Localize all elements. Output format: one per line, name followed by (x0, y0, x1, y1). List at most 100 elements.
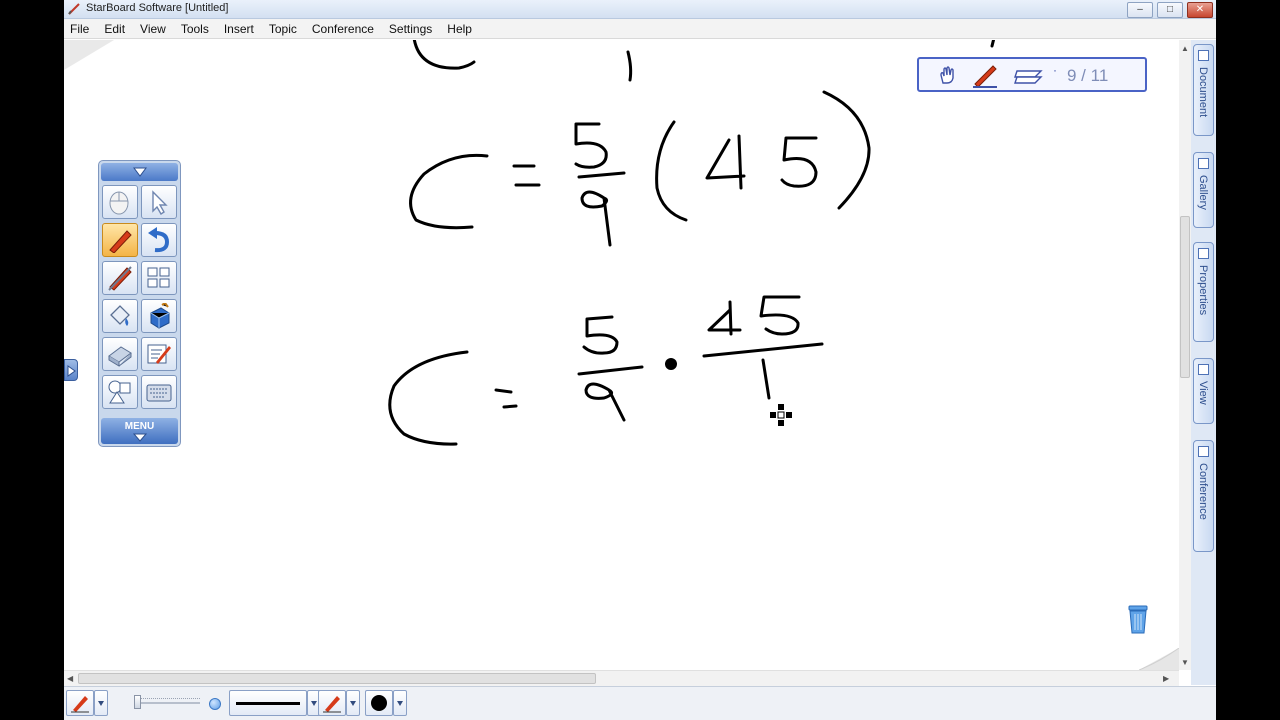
pen-tool[interactable] (102, 223, 138, 257)
bottom-toolbar (64, 686, 1216, 720)
line-width-preview (236, 702, 300, 705)
ink-c (409, 153, 489, 230)
handwriting-layer (64, 40, 996, 446)
menu-conference[interactable]: Conference (312, 22, 374, 36)
pointer-arrow-icon (152, 190, 168, 215)
horizontal-scroll-thumb[interactable] (78, 673, 596, 684)
mouse-icon (109, 191, 129, 215)
line-width-select[interactable] (229, 690, 307, 716)
color-select-button[interactable] (365, 690, 393, 716)
tab-properties-label: Properties (1197, 265, 1209, 316)
opacity-indicator-icon (209, 698, 221, 710)
undo-icon (148, 227, 170, 253)
scroll-up-icon[interactable]: ▲ (1181, 44, 1189, 53)
side-tab-strip: Document Gallery Properties View Confere… (1191, 40, 1216, 685)
eraser-icon (108, 346, 132, 367)
triangle-right-icon (67, 365, 76, 377)
page-counter: 9 / 11 (1067, 66, 1109, 85)
close-button[interactable]: ✕ (1187, 2, 1213, 18)
shapes-icon (108, 380, 131, 404)
edit-tool[interactable] (141, 337, 177, 371)
undo-tool[interactable] (141, 223, 177, 257)
gallery-icon (1198, 158, 1209, 169)
menu-edit[interactable]: Edit (104, 22, 125, 36)
tab-gallery[interactable]: Gallery (1193, 152, 1214, 228)
view-icon (1198, 364, 1209, 375)
grid-icon (147, 267, 170, 288)
opacity-slider-ticks (134, 694, 200, 699)
cube-icon (150, 303, 170, 329)
tab-view-label: View (1197, 381, 1209, 405)
menu-insert[interactable]: Insert (224, 22, 254, 36)
tab-conference-label: Conference (1197, 463, 1209, 520)
horizontal-scrollbar[interactable]: ◀ ▶ (64, 670, 1179, 686)
opacity-slider-track[interactable] (134, 702, 200, 704)
pen-icon[interactable] (971, 62, 999, 88)
toolbar-menu-button[interactable]: MENU (101, 418, 178, 444)
menu-bar: File Edit View Tools Insert Topic Confer… (64, 19, 1216, 39)
conference-icon (1198, 446, 1209, 457)
menu-label: MENU (124, 421, 155, 432)
layers-icon[interactable] (1013, 65, 1045, 87)
menu-topic[interactable]: Topic (269, 22, 297, 36)
scroll-right-icon[interactable]: ▶ (1163, 674, 1169, 683)
pen-style-button[interactable] (318, 690, 346, 716)
ink-c-2 (388, 350, 469, 446)
properties-icon (1198, 248, 1209, 259)
pen-icon (71, 696, 89, 713)
fill-tool[interactable] (102, 299, 138, 333)
starboard-window: StarBoard Software [Untitled] – □ ✕ File… (64, 0, 1216, 720)
scroll-left-icon[interactable]: ◀ (67, 674, 73, 683)
menu-file[interactable]: File (70, 22, 89, 36)
triangle-down-icon (133, 167, 147, 177)
page-navigator: · 9 / 11 (917, 57, 1147, 92)
select-tool[interactable] (141, 185, 177, 219)
menu-view[interactable]: View (140, 22, 166, 36)
tab-document[interactable]: Document (1193, 44, 1214, 136)
tab-properties[interactable]: Properties (1193, 242, 1214, 342)
edit-icon (147, 344, 171, 364)
pen-icon (323, 696, 341, 713)
color-swatch (371, 695, 387, 711)
pen-select-button[interactable] (66, 690, 94, 716)
document-icon (1198, 50, 1209, 61)
opacity-slider-thumb[interactable] (134, 695, 141, 709)
vertical-scrollbar[interactable]: ▲ ▼ (1179, 40, 1191, 670)
toolbar-collapse-button[interactable] (101, 163, 178, 181)
tool-palette: MENU (98, 160, 181, 447)
title-bar: StarBoard Software [Untitled] – □ ✕ (64, 0, 1216, 19)
tab-view[interactable]: View (1193, 358, 1214, 424)
keyboard-tool[interactable] (141, 375, 177, 409)
magic-tool[interactable] (141, 299, 177, 333)
toolbar-expand-handle[interactable] (64, 359, 78, 381)
vertical-scroll-thumb[interactable] (1180, 216, 1190, 378)
whiteboard-canvas[interactable] (64, 40, 1179, 670)
triangle-down-icon (133, 433, 147, 442)
pen-style-dropdown-button[interactable] (346, 690, 360, 716)
pen-eraser-icon (108, 266, 132, 291)
paint-bucket-icon (110, 305, 130, 326)
minimize-button[interactable]: – (1127, 2, 1153, 18)
pen-icon (109, 230, 132, 253)
window-title: StarBoard Software [Untitled] (86, 2, 229, 14)
hand-icon[interactable] (937, 65, 959, 85)
tab-gallery-label: Gallery (1197, 175, 1209, 210)
mouse-tool[interactable] (102, 185, 138, 219)
pen-dropdown-button[interactable] (94, 690, 108, 716)
dot-separator: · (1053, 63, 1057, 77)
menu-settings[interactable]: Settings (389, 22, 432, 36)
tab-document-label: Document (1197, 67, 1209, 118)
color-dropdown-button[interactable] (393, 690, 407, 716)
page-curl-icon[interactable] (1139, 648, 1179, 670)
keyboard-icon (146, 384, 172, 402)
page-sorter-tool[interactable] (141, 261, 177, 295)
scroll-down-icon[interactable]: ▼ (1181, 658, 1189, 667)
trash-icon[interactable] (1127, 604, 1149, 634)
shapes-tool[interactable] (102, 375, 138, 409)
menu-tools[interactable]: Tools (181, 22, 209, 36)
eraser-tool[interactable] (102, 337, 138, 371)
maximize-button[interactable]: □ (1157, 2, 1183, 18)
menu-help[interactable]: Help (447, 22, 472, 36)
eraser-pen-tool[interactable] (102, 261, 138, 295)
tab-conference[interactable]: Conference (1193, 440, 1214, 552)
